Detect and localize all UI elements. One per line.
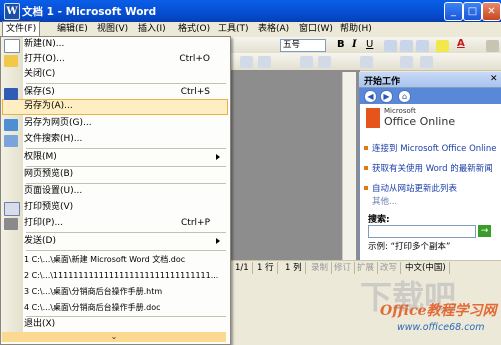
menu-separator bbox=[26, 250, 226, 251]
watermark-text: Office教程学习网 bbox=[380, 303, 497, 319]
menu-expand-chevron-icon[interactable]: ⌄ bbox=[2, 332, 226, 342]
new-doc-icon bbox=[4, 39, 20, 53]
search-example: 示例: “打印多个副本” bbox=[368, 242, 451, 252]
toolbar-options-icon[interactable] bbox=[486, 40, 499, 52]
menu-item-print[interactable]: 打印(P)... Ctrl+P bbox=[24, 216, 222, 231]
columns-icon[interactable] bbox=[318, 56, 331, 68]
menu-insert[interactable]: 插入(I) bbox=[135, 22, 169, 36]
maximize-button[interactable]: □ bbox=[463, 2, 482, 21]
status-track[interactable]: 修订 bbox=[331, 262, 356, 274]
italic-button[interactable]: I bbox=[352, 39, 357, 50]
link-auto-update[interactable]: 自动从网站更新此列表 bbox=[372, 182, 498, 194]
link-more[interactable]: 其他... bbox=[372, 195, 397, 207]
menu-file[interactable]: 文件(F) bbox=[2, 21, 41, 37]
status-record[interactable]: 录制 bbox=[308, 262, 333, 274]
menu-item-file-search[interactable]: 文件搜索(H)... bbox=[24, 132, 222, 147]
status-page: 1/1 bbox=[232, 262, 253, 274]
bold-button[interactable]: B bbox=[337, 39, 345, 50]
file-menu-gutter bbox=[1, 37, 23, 342]
task-pane-title: 开始工作 bbox=[364, 77, 401, 87]
back-icon[interactable]: ◀ bbox=[364, 90, 377, 103]
align-center-icon[interactable] bbox=[400, 40, 413, 52]
menu-item-recent-3[interactable]: 3 C:\...\桌面\分销商后台操作手册.htm bbox=[24, 284, 222, 299]
font-color-button[interactable]: A bbox=[457, 38, 465, 49]
search-label: 搜索: bbox=[368, 215, 390, 225]
zoom-icon[interactable] bbox=[400, 56, 413, 68]
font-size-combo[interactable]: 五号 bbox=[280, 39, 326, 52]
drawing-icon[interactable] bbox=[360, 56, 373, 68]
menu-item-save[interactable]: 保存(S) Ctrl+S bbox=[24, 85, 222, 100]
menu-item-print-preview[interactable]: 打印预览(V) bbox=[24, 200, 222, 215]
window-title: 文档 1 - Microsoft Word bbox=[22, 6, 157, 18]
menu-item-permissions[interactable]: 权限(M) bbox=[24, 150, 222, 165]
menu-edit[interactable]: 编辑(E) bbox=[54, 22, 91, 36]
menu-tools[interactable]: 工具(T) bbox=[215, 22, 252, 36]
forward-icon[interactable]: ▶ bbox=[380, 90, 393, 103]
save-web-icon bbox=[4, 119, 18, 131]
menu-item-web-preview[interactable]: 网页预览(B) bbox=[24, 167, 222, 182]
save-disk-icon bbox=[4, 88, 18, 100]
menu-item-recent-4[interactable]: 4 C:\...\桌面\分销商后台操作手册.doc bbox=[24, 300, 222, 315]
status-col: 1 列 bbox=[282, 262, 306, 274]
search-go-button[interactable]: → bbox=[478, 225, 491, 237]
menu-item-close[interactable]: 关闭(C) bbox=[24, 67, 222, 82]
link-latest-news[interactable]: 获取有关使用 Word 的最新新闻 bbox=[372, 162, 498, 174]
menu-help[interactable]: 帮助(H) bbox=[337, 22, 375, 36]
menu-separator bbox=[26, 83, 226, 84]
status-line: 1 行 bbox=[254, 262, 278, 274]
office-logo-large: Office Online bbox=[384, 115, 456, 128]
minimize-button[interactable]: _ bbox=[444, 2, 463, 21]
shape-icon[interactable] bbox=[240, 56, 253, 68]
menu-item-new[interactable]: 新建(N)... bbox=[24, 37, 222, 52]
align-left-icon[interactable] bbox=[384, 40, 397, 52]
menu-item-recent-2[interactable]: 2 C:\...\1111111111111111111111111111111… bbox=[24, 268, 222, 283]
search-icon bbox=[4, 135, 18, 147]
search-input[interactable] bbox=[368, 225, 476, 238]
bullet-icon bbox=[364, 166, 368, 170]
menu-item-recent-1[interactable]: 1 C:\...\桌面\新建 Microsoft Word 文档.doc bbox=[24, 252, 222, 267]
menu-item-send[interactable]: 发送(D) bbox=[24, 234, 222, 249]
open-folder-icon bbox=[4, 55, 18, 67]
highlight-icon[interactable] bbox=[436, 40, 449, 52]
menu-item-page-setup[interactable]: 页面设置(U)... bbox=[24, 184, 222, 199]
underline-button[interactable]: U bbox=[366, 39, 373, 50]
read-icon[interactable] bbox=[420, 56, 433, 68]
justify-icon[interactable] bbox=[416, 40, 429, 52]
menu-format[interactable]: 格式(O) bbox=[175, 22, 213, 36]
word-app-icon[interactable]: W bbox=[4, 3, 20, 20]
vertical-scrollbar[interactable] bbox=[342, 72, 356, 262]
menu-item-exit[interactable]: 退出(X) bbox=[24, 317, 222, 332]
office-logo-icon bbox=[366, 108, 380, 128]
close-button[interactable]: ✕ bbox=[482, 2, 501, 21]
task-pane-close-icon[interactable]: ✕ bbox=[490, 74, 498, 84]
link-connect-office-online[interactable]: 连接到 Microsoft Office Online bbox=[372, 142, 498, 154]
watermark-url: www.office68.com bbox=[397, 322, 485, 333]
print-icon bbox=[4, 218, 18, 230]
menu-view[interactable]: 视图(V) bbox=[94, 22, 131, 36]
menu-window[interactable]: 窗口(W) bbox=[296, 22, 336, 36]
fill-icon[interactable] bbox=[258, 56, 271, 68]
print-preview-icon bbox=[4, 202, 20, 216]
home-icon[interactable]: ⌂ bbox=[398, 90, 411, 103]
bullet-icon bbox=[364, 146, 368, 150]
menu-item-save-as-web[interactable]: 另存为网页(G)... bbox=[24, 116, 222, 131]
menu-item-open[interactable]: 打开(O)... Ctrl+O bbox=[24, 52, 222, 67]
menu-separator bbox=[26, 232, 226, 233]
bullet-icon bbox=[364, 186, 368, 190]
table-icon[interactable] bbox=[300, 56, 313, 68]
menu-separator bbox=[26, 148, 226, 149]
menu-table[interactable]: 表格(A) bbox=[255, 22, 292, 36]
office-logo-small: Microsoft bbox=[384, 107, 416, 115]
menu-item-save-as[interactable]: 另存为(A)... bbox=[24, 99, 222, 114]
